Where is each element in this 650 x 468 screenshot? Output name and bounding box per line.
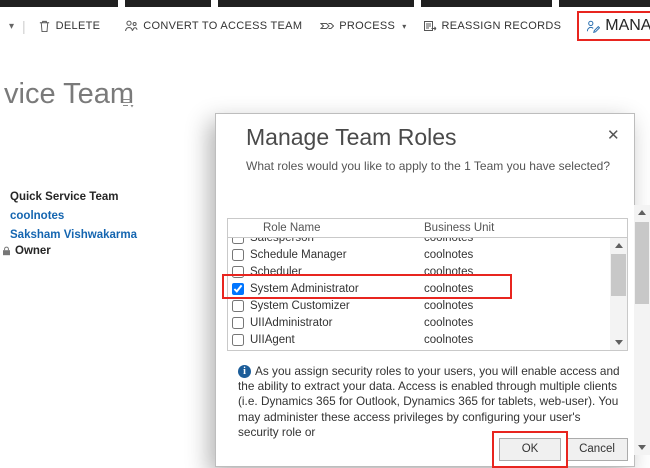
trash-icon — [39, 20, 49, 33]
dialog-scrollbar[interactable] — [634, 205, 650, 455]
browser-tab-strip — [0, 0, 650, 7]
role-checkbox[interactable] — [232, 299, 244, 312]
form-selector-icon[interactable] — [122, 96, 135, 114]
scrollbar-thumb[interactable] — [635, 222, 649, 304]
tab-strip-segment — [421, 0, 552, 7]
role-row-scheduler[interactable]: Scheduler coolnotes — [228, 263, 610, 280]
role-row-system-administrator[interactable]: System Administrator coolnotes — [228, 280, 610, 297]
role-name: System Customizer — [250, 299, 350, 312]
role-row-uiiagent[interactable]: UIIAgent coolnotes — [228, 331, 610, 348]
manage-team-roles-dialog: Manage Team Roles ✕ What roles would you… — [215, 113, 635, 468]
security-roles-info: i As you assign security roles to your us… — [238, 364, 620, 440]
roles-list-scrollbar[interactable] — [610, 238, 627, 350]
page-title: vice Team — [4, 78, 135, 110]
role-name: UIIAdministrator — [250, 316, 333, 329]
manage-roles-label: MANAGE ROLES — [605, 17, 650, 34]
scroll-up-button[interactable] — [610, 238, 627, 253]
scroll-down-button[interactable] — [634, 440, 650, 455]
tab-strip-segment — [559, 0, 650, 7]
role-bu: coolnotes — [424, 316, 474, 329]
role-bu: coolnotes — [424, 248, 474, 261]
business-unit-link[interactable]: coolnotes — [10, 207, 137, 226]
role-checkbox[interactable] — [232, 333, 244, 346]
role-bu: coolnotes — [424, 238, 473, 244]
reassign-label: REASSIGN RECORDS — [441, 20, 562, 32]
role-row-salesperson[interactable]: Salesperson coolnotes — [228, 238, 610, 246]
role-name: UIIAgent — [250, 333, 295, 346]
role-row-schedule-manager[interactable]: Schedule Manager coolnotes — [228, 246, 610, 263]
info-text: As you assign security roles to your use… — [238, 364, 620, 439]
team-name: Quick Service Team — [10, 191, 119, 203]
chevron-down-icon: ▾ — [402, 21, 407, 31]
role-name-column-header: Role Name — [263, 222, 321, 234]
convert-team-icon — [125, 20, 138, 32]
tab-strip-segment — [218, 0, 414, 7]
owner-label: Owner — [15, 245, 51, 257]
role-checkbox[interactable] — [232, 316, 244, 329]
convert-label: CONVERT TO ACCESS TEAM — [143, 20, 303, 32]
role-bu: coolnotes — [424, 299, 474, 312]
role-bu: coolnotes — [424, 333, 474, 346]
manage-roles-icon — [587, 20, 601, 33]
roles-list-header: Role Name Business Unit — [228, 219, 627, 238]
role-name: Schedule Manager — [250, 248, 347, 261]
chevron-down-icon[interactable]: ▾ — [9, 21, 14, 32]
role-checkbox[interactable] — [232, 265, 244, 278]
delete-label: DELETE — [55, 20, 101, 32]
delete-button[interactable]: DELETE — [38, 19, 101, 33]
tab-strip-segment — [0, 0, 118, 7]
process-label: PROCESS — [339, 20, 396, 32]
close-icon[interactable]: ✕ — [607, 126, 620, 144]
dialog-title: Manage Team Roles — [246, 124, 457, 150]
separator: | — [22, 18, 26, 34]
role-name: Salesperson — [250, 238, 424, 244]
role-checkbox[interactable] — [232, 248, 244, 261]
manage-roles-button annotation-box-manage-roles[interactable]: MANAGE ROLES — [577, 11, 650, 41]
role-row-system-customizer[interactable]: System Customizer coolnotes — [228, 297, 610, 314]
role-name: Scheduler — [250, 265, 302, 278]
role-checkbox[interactable] — [232, 282, 244, 295]
command-bar: ▾ | DELETE CONVERT TO ACCESS TEAM PROCES… — [0, 7, 650, 45]
cancel-button[interactable]: Cancel — [566, 438, 628, 461]
tab-strip-segment — [125, 0, 211, 7]
reassign-records-icon — [423, 21, 436, 31]
role-bu: coolnotes — [424, 282, 474, 295]
administrator-link[interactable]: Saksham Vishwakarma — [10, 226, 137, 245]
scroll-down-button[interactable] — [610, 335, 627, 350]
scrollbar-thumb[interactable] — [611, 254, 626, 296]
role-row-uiiadministrator[interactable]: UIIAdministrator coolnotes — [228, 314, 610, 331]
lock-icon — [3, 246, 10, 256]
roles-rows-viewport: Salesperson coolnotes Schedule Manager c… — [228, 238, 610, 350]
dialog-subtitle: What roles would you like to apply to th… — [246, 159, 610, 173]
record-summary: Quick Service Team coolnotes Saksham Vis… — [10, 188, 137, 245]
process-icon — [320, 23, 335, 29]
role-checkbox[interactable] — [232, 238, 244, 244]
convert-to-access-team-button[interactable]: CONVERT TO ACCESS TEAM — [124, 19, 302, 33]
process-button[interactable]: PROCESS ▾ — [320, 19, 406, 33]
scroll-up-button[interactable] — [634, 205, 650, 220]
ok-button[interactable]: OK — [499, 438, 561, 461]
info-icon: i — [238, 365, 251, 378]
owner-field: Owner — [2, 245, 51, 257]
role-bu: coolnotes — [424, 265, 474, 278]
role-name: System Administrator — [250, 282, 359, 295]
business-unit-column-header: Business Unit — [424, 222, 495, 234]
reassign-records-button[interactable]: REASSIGN RECORDS — [423, 19, 562, 33]
roles-list: Role Name Business Unit Salesperson cool… — [227, 218, 628, 351]
